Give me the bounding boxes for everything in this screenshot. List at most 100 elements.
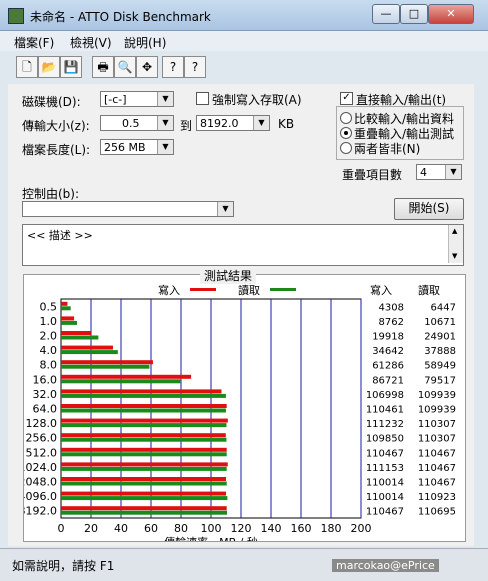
radio-neither[interactable] bbox=[340, 142, 352, 154]
start-button[interactable]: 開始(S) bbox=[394, 198, 464, 220]
value-write: 86721 bbox=[372, 375, 404, 386]
menu-help[interactable]: 說明(H) bbox=[124, 34, 166, 51]
drive-value: [-c-] bbox=[104, 93, 127, 106]
chevron-down-icon[interactable]: ▼ bbox=[157, 116, 173, 130]
x-tick-label: 20 bbox=[84, 522, 98, 535]
value-write: 110014 bbox=[366, 492, 404, 503]
y-tick-label: 8192.0 bbox=[24, 505, 57, 518]
move-icon[interactable]: ✥ bbox=[136, 56, 158, 78]
value-read: 109939 bbox=[418, 405, 456, 416]
value-write: 106998 bbox=[366, 390, 404, 401]
menu-view[interactable]: 檢視(V) bbox=[70, 34, 112, 51]
app-icon bbox=[8, 8, 24, 24]
value-read: 24901 bbox=[424, 332, 456, 343]
bar-read bbox=[61, 306, 71, 311]
value-write: 61286 bbox=[372, 361, 404, 372]
maximize-button[interactable]: □ bbox=[400, 4, 428, 24]
force-write-checkbox[interactable] bbox=[196, 92, 209, 105]
watermark: marcokao@ePrice bbox=[332, 559, 439, 572]
transfer-from-value: 0.5 bbox=[122, 117, 140, 130]
menu-file[interactable]: 檔案(F) bbox=[14, 34, 54, 51]
bar-read bbox=[61, 408, 226, 413]
x-tick-label: 200 bbox=[351, 522, 372, 535]
y-tick-label: 4096.0 bbox=[24, 490, 57, 503]
value-write: 110014 bbox=[366, 478, 404, 489]
chevron-down-icon[interactable]: ▼ bbox=[157, 140, 173, 154]
bar-write bbox=[61, 345, 113, 350]
value-read: 58949 bbox=[424, 361, 456, 372]
queue-depth-label: 重疊項目數 bbox=[342, 168, 403, 182]
minimize-button[interactable]: — bbox=[372, 4, 400, 24]
bar-write bbox=[61, 404, 227, 408]
value-read: 10671 bbox=[424, 317, 456, 328]
queue-depth-select[interactable]: 4 ▼ bbox=[416, 164, 462, 180]
value-read: 109939 bbox=[418, 390, 456, 401]
value-write: 110467 bbox=[366, 448, 404, 459]
drive-select[interactable]: [-c-] ▼ bbox=[100, 91, 174, 107]
radio-overlapped[interactable] bbox=[340, 127, 352, 139]
to-label: 到 bbox=[180, 119, 193, 133]
x-tick-label: 80 bbox=[174, 522, 188, 535]
value-read: 110923 bbox=[418, 492, 456, 503]
bar-write bbox=[61, 389, 222, 394]
file-length-value: 256 MB bbox=[104, 141, 146, 154]
x-axis-label: 傳輸速率 - MB / 秒 bbox=[164, 535, 258, 541]
chevron-down-icon[interactable]: ▼ bbox=[217, 202, 233, 216]
column-write-header: 寫入 bbox=[370, 283, 392, 297]
value-read: 110467 bbox=[418, 463, 456, 474]
transfer-to-value: 8192.0 bbox=[200, 117, 239, 130]
transfer-from-select[interactable]: 0.5 ▼ bbox=[100, 115, 174, 131]
bar-write bbox=[61, 374, 192, 379]
status-text: 如需說明，請按 F1 bbox=[12, 559, 115, 573]
description-label: << 描述 >> bbox=[27, 229, 93, 242]
chevron-down-icon[interactable]: ▼ bbox=[157, 92, 173, 106]
bar-write bbox=[61, 301, 68, 306]
value-read: 110307 bbox=[418, 434, 456, 445]
scroll-up-icon[interactable]: ▲ bbox=[452, 227, 457, 235]
save-icon[interactable]: 💾 bbox=[60, 56, 82, 78]
y-tick-label: 32.0 bbox=[33, 388, 58, 401]
bar-write bbox=[61, 462, 228, 467]
help-icon[interactable]: ? bbox=[162, 56, 184, 78]
new-file-icon[interactable]: 🗋 bbox=[16, 56, 38, 78]
legend-write-label: 寫入 bbox=[158, 283, 180, 297]
bar-read bbox=[61, 481, 227, 486]
x-tick-label: 100 bbox=[201, 522, 222, 535]
direct-io-checkbox[interactable]: ✓ bbox=[340, 92, 353, 105]
bar-read bbox=[61, 364, 150, 369]
scroll-down-icon[interactable]: ▼ bbox=[452, 252, 457, 260]
transfer-to-select[interactable]: 8192.0 ▼ bbox=[196, 115, 270, 131]
description-box[interactable]: << 描述 >> ▲ ▼ bbox=[22, 224, 464, 266]
bar-write bbox=[61, 433, 226, 438]
file-length-select[interactable]: 256 MB ▼ bbox=[100, 139, 174, 155]
bar-write bbox=[61, 418, 228, 423]
bar-write bbox=[61, 360, 153, 365]
bar-read bbox=[61, 452, 227, 457]
value-read: 110695 bbox=[418, 507, 456, 518]
print-icon[interactable]: 🖶 bbox=[92, 56, 114, 78]
y-tick-label: 256.0 bbox=[26, 432, 58, 445]
value-write: 110461 bbox=[366, 405, 404, 416]
controlled-by-select[interactable]: ▼ bbox=[22, 201, 234, 217]
bar-read bbox=[61, 423, 227, 428]
chevron-down-icon[interactable]: ▼ bbox=[445, 165, 461, 179]
legend-write-swatch bbox=[190, 288, 216, 291]
description-scrollbar[interactable]: ▲ ▼ bbox=[448, 225, 463, 263]
y-tick-label: 64.0 bbox=[33, 403, 58, 416]
bar-read bbox=[61, 393, 226, 398]
print-preview-icon[interactable]: 🔍 bbox=[114, 56, 136, 78]
controlled-by-label: 控制由(b): bbox=[22, 187, 80, 201]
bar-write bbox=[61, 331, 91, 335]
radio-compare[interactable] bbox=[340, 112, 352, 124]
drive-label: 磁碟機(D): bbox=[22, 95, 81, 109]
results-title: 測試結果 bbox=[200, 267, 257, 284]
x-tick-label: 60 bbox=[144, 522, 158, 535]
context-help-icon[interactable]: ? bbox=[184, 56, 206, 78]
chevron-down-icon[interactable]: ▼ bbox=[253, 116, 269, 130]
x-tick-label: 40 bbox=[114, 522, 128, 535]
bar-write bbox=[61, 491, 227, 496]
legend-read-swatch bbox=[270, 288, 296, 291]
close-button[interactable]: ✕ bbox=[428, 4, 474, 24]
open-folder-icon[interactable]: 📂 bbox=[38, 56, 60, 78]
value-read: 79517 bbox=[424, 375, 456, 386]
